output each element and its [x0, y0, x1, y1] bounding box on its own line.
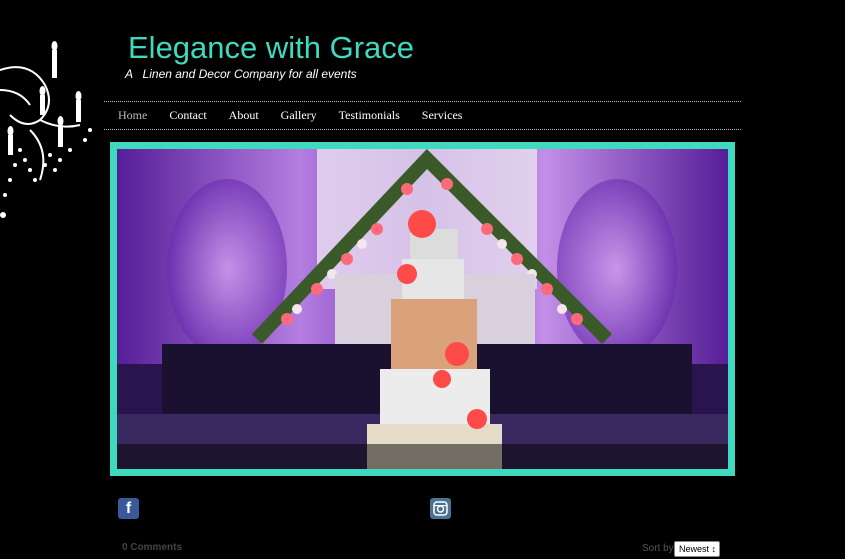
- nav-item-about[interactable]: About: [229, 108, 259, 123]
- nav-item-contact[interactable]: Contact: [169, 108, 206, 123]
- nav-item-gallery[interactable]: Gallery: [281, 108, 317, 123]
- facebook-icon[interactable]: f: [118, 498, 139, 519]
- sort-select[interactable]: Newest ↕: [674, 541, 720, 557]
- comments-count[interactable]: 0 Comments: [122, 542, 182, 553]
- instagram-icon[interactable]: [430, 498, 451, 519]
- nav-item-testimonials[interactable]: Testimonials: [339, 108, 400, 123]
- nav-item-services[interactable]: Services: [422, 108, 463, 123]
- site-title[interactable]: Elegance with Grace: [128, 30, 414, 66]
- hero-image[interactable]: [117, 149, 728, 469]
- site-tagline: A Linen and Decor Company for all events: [125, 67, 357, 81]
- nav-item-home[interactable]: Home: [118, 108, 147, 123]
- chandelier-decoration: [0, 41, 92, 218]
- main-nav: Home Contact About Gallery Testimonials …: [104, 101, 741, 130]
- instagram-glyph-icon: [433, 501, 448, 516]
- sort-label: Sort by: [642, 543, 674, 554]
- hero-frame: [110, 142, 735, 476]
